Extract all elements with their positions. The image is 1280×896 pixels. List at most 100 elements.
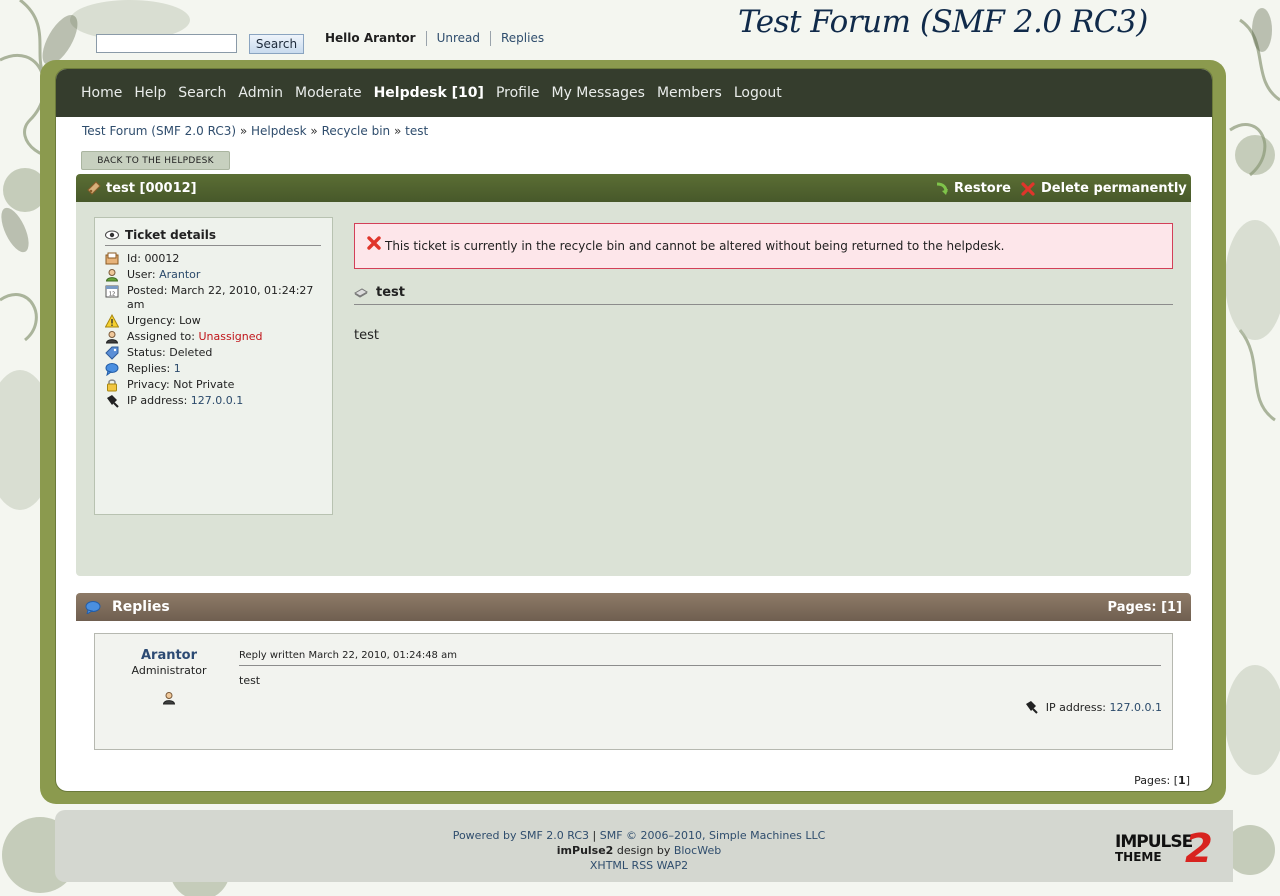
reply-meta: Reply written March 22, 2010, 01:24:48 a… bbox=[239, 646, 1161, 666]
reply-ip-link[interactable]: 127.0.0.1 bbox=[1110, 701, 1162, 714]
search-input[interactable] bbox=[96, 34, 237, 53]
hello-user: Hello Arantor bbox=[325, 31, 416, 45]
smf-copyright-link[interactable]: SMF © 2006–2010, Simple Machines LLC bbox=[600, 829, 826, 842]
detail-urgency: Urgency: Low bbox=[105, 314, 327, 328]
ticket-title: test [00012] bbox=[106, 181, 197, 196]
xhtml-link[interactable]: XHTML bbox=[590, 859, 628, 872]
nav-help[interactable]: Help bbox=[134, 85, 166, 101]
rss-link[interactable]: RSS bbox=[632, 859, 654, 872]
footer-credits: Powered by SMF 2.0 RC3 | SMF © 2006–2010… bbox=[443, 828, 835, 873]
wap2-link[interactable]: WAP2 bbox=[657, 859, 688, 872]
reply-author-name[interactable]: Arantor bbox=[125, 648, 213, 663]
design-by-text: design by bbox=[616, 844, 671, 857]
warning-icon bbox=[105, 314, 119, 328]
replies-link[interactable]: Replies bbox=[501, 31, 544, 45]
unread-link[interactable]: Unread bbox=[437, 31, 480, 45]
current-page: [1] bbox=[1161, 600, 1182, 615]
pages-label: Pages: bbox=[1107, 600, 1157, 615]
ip-label: IP address: bbox=[1045, 700, 1107, 714]
nav-logout[interactable]: Logout bbox=[734, 85, 782, 101]
search-button[interactable]: Search bbox=[249, 34, 304, 54]
user-links: Hello Arantor Unread Replies bbox=[325, 29, 544, 47]
restore-label: Restore bbox=[954, 181, 1011, 196]
detail-label: Replies: bbox=[127, 362, 171, 375]
forum-title[interactable]: Test Forum (SMF 2.0 RC3) bbox=[738, 4, 1178, 48]
ticket-id-value: 00012 bbox=[144, 252, 180, 265]
nav-helpdesk[interactable]: Helpdesk [10] bbox=[374, 85, 484, 101]
network-plug-icon bbox=[107, 395, 119, 408]
nav-moderate[interactable]: Moderate bbox=[295, 85, 362, 101]
smf-version-link[interactable]: SMF 2.0 RC3 bbox=[520, 829, 589, 842]
ticket-icon bbox=[87, 181, 101, 195]
breadcrumb-separator: » bbox=[393, 124, 402, 138]
restore-icon bbox=[936, 182, 948, 195]
footer: Powered by SMF 2.0 RC3 | SMF © 2006–2010… bbox=[55, 810, 1233, 882]
breadcrumb-forum[interactable]: Test Forum (SMF 2.0 RC3) bbox=[82, 124, 236, 138]
ticket-details-heading: Ticket details bbox=[105, 224, 321, 246]
detail-replies: Replies: 1 bbox=[105, 362, 327, 376]
footer-separator: | bbox=[592, 829, 597, 842]
detail-label: Status: bbox=[127, 346, 166, 359]
back-to-helpdesk-button[interactable]: BACK TO THE HELPDESK bbox=[81, 151, 230, 170]
delete-icon bbox=[1021, 181, 1035, 196]
restore-button[interactable]: Restore bbox=[934, 181, 1011, 196]
detail-id: Id: 00012 bbox=[105, 252, 327, 266]
detail-status: Status: Deleted bbox=[105, 346, 327, 360]
designer-link[interactable]: BlocWeb bbox=[674, 844, 721, 857]
separator bbox=[490, 30, 491, 46]
document-icon bbox=[354, 288, 368, 298]
nav-search[interactable]: Search bbox=[178, 85, 226, 101]
main-frame: Home Help Search Admin Moderate Helpdesk… bbox=[55, 68, 1213, 792]
svg-text:12: 12 bbox=[109, 292, 115, 298]
bottom-pagination: Pages: [1] bbox=[1134, 774, 1190, 787]
detail-label: User: bbox=[127, 268, 156, 281]
calendar-icon: 12 bbox=[105, 285, 119, 298]
logo-number: 2 bbox=[1185, 826, 1213, 866]
error-icon bbox=[367, 236, 381, 250]
ticket-replies-link[interactable]: 1 bbox=[174, 362, 181, 375]
user-icon bbox=[105, 269, 119, 282]
nav-home[interactable]: Home bbox=[81, 85, 122, 101]
detail-label: Privacy: bbox=[127, 378, 170, 391]
detail-label: Urgency: bbox=[127, 314, 176, 327]
alert-text: This ticket is currently in the recycle … bbox=[385, 239, 1005, 253]
ticket-status-value: Deleted bbox=[169, 346, 213, 359]
breadcrumb: Test Forum (SMF 2.0 RC3) » Helpdesk » Re… bbox=[82, 124, 428, 138]
reply-author: Arantor Administrator bbox=[125, 648, 213, 708]
tag-icon bbox=[105, 346, 119, 360]
inbox-icon bbox=[105, 252, 119, 265]
breadcrumb-recycle-bin[interactable]: Recycle bin bbox=[322, 124, 391, 138]
detail-privacy: Privacy: Not Private bbox=[105, 378, 327, 392]
reply-ip: IP address: 127.0.0.1 bbox=[1024, 700, 1162, 714]
ticket-user-link[interactable]: Arantor bbox=[159, 268, 200, 281]
ticket-details-panel: Ticket details Id: 00012 User: Arantor 1… bbox=[94, 217, 333, 515]
current-page: 1 bbox=[1178, 774, 1186, 787]
breadcrumb-ticket[interactable]: test bbox=[405, 124, 428, 138]
ticket-subject-text: test bbox=[376, 284, 405, 300]
delete-permanently-button[interactable]: Delete permanently bbox=[1021, 181, 1187, 196]
nav-admin[interactable]: Admin bbox=[238, 85, 283, 101]
separator bbox=[425, 30, 427, 46]
breadcrumb-separator: » bbox=[310, 124, 318, 138]
logo-top-text: IMPULSE bbox=[1115, 832, 1193, 852]
impulse-theme-logo[interactable]: IMPULSE THEME 2 bbox=[1113, 824, 1221, 866]
detail-posted: 12 Posted: March 22, 2010, 01:24:27 am bbox=[105, 284, 327, 312]
detail-label: Assigned to: bbox=[127, 330, 195, 343]
ticket-ip-link[interactable]: 127.0.0.1 bbox=[191, 394, 243, 407]
main-nav: Home Help Search Admin Moderate Helpdesk… bbox=[56, 69, 1212, 117]
nav-my-messages[interactable]: My Messages bbox=[551, 85, 644, 101]
replies-pagination: Pages: [1] bbox=[1108, 600, 1182, 615]
reply-post: Arantor Administrator Reply written Marc… bbox=[94, 633, 1173, 750]
breadcrumb-helpdesk[interactable]: Helpdesk bbox=[251, 124, 307, 138]
detail-ip: IP address: 127.0.0.1 bbox=[105, 394, 327, 408]
replies-header-bar: Replies Pages: [1] bbox=[76, 593, 1191, 621]
reply-author-role: Administrator bbox=[131, 664, 207, 677]
ticket-header-bar: test [00012] Restore Delete permanently bbox=[76, 174, 1191, 202]
staff-icon bbox=[105, 331, 119, 344]
nav-profile[interactable]: Profile bbox=[496, 85, 540, 101]
ticket-body: Ticket details Id: 00012 User: Arantor 1… bbox=[76, 202, 1191, 576]
detail-label: Id: bbox=[127, 252, 141, 265]
nav-members[interactable]: Members bbox=[657, 85, 722, 101]
ticket-privacy-value: Not Private bbox=[173, 378, 235, 391]
detail-user: User: Arantor bbox=[105, 268, 327, 282]
